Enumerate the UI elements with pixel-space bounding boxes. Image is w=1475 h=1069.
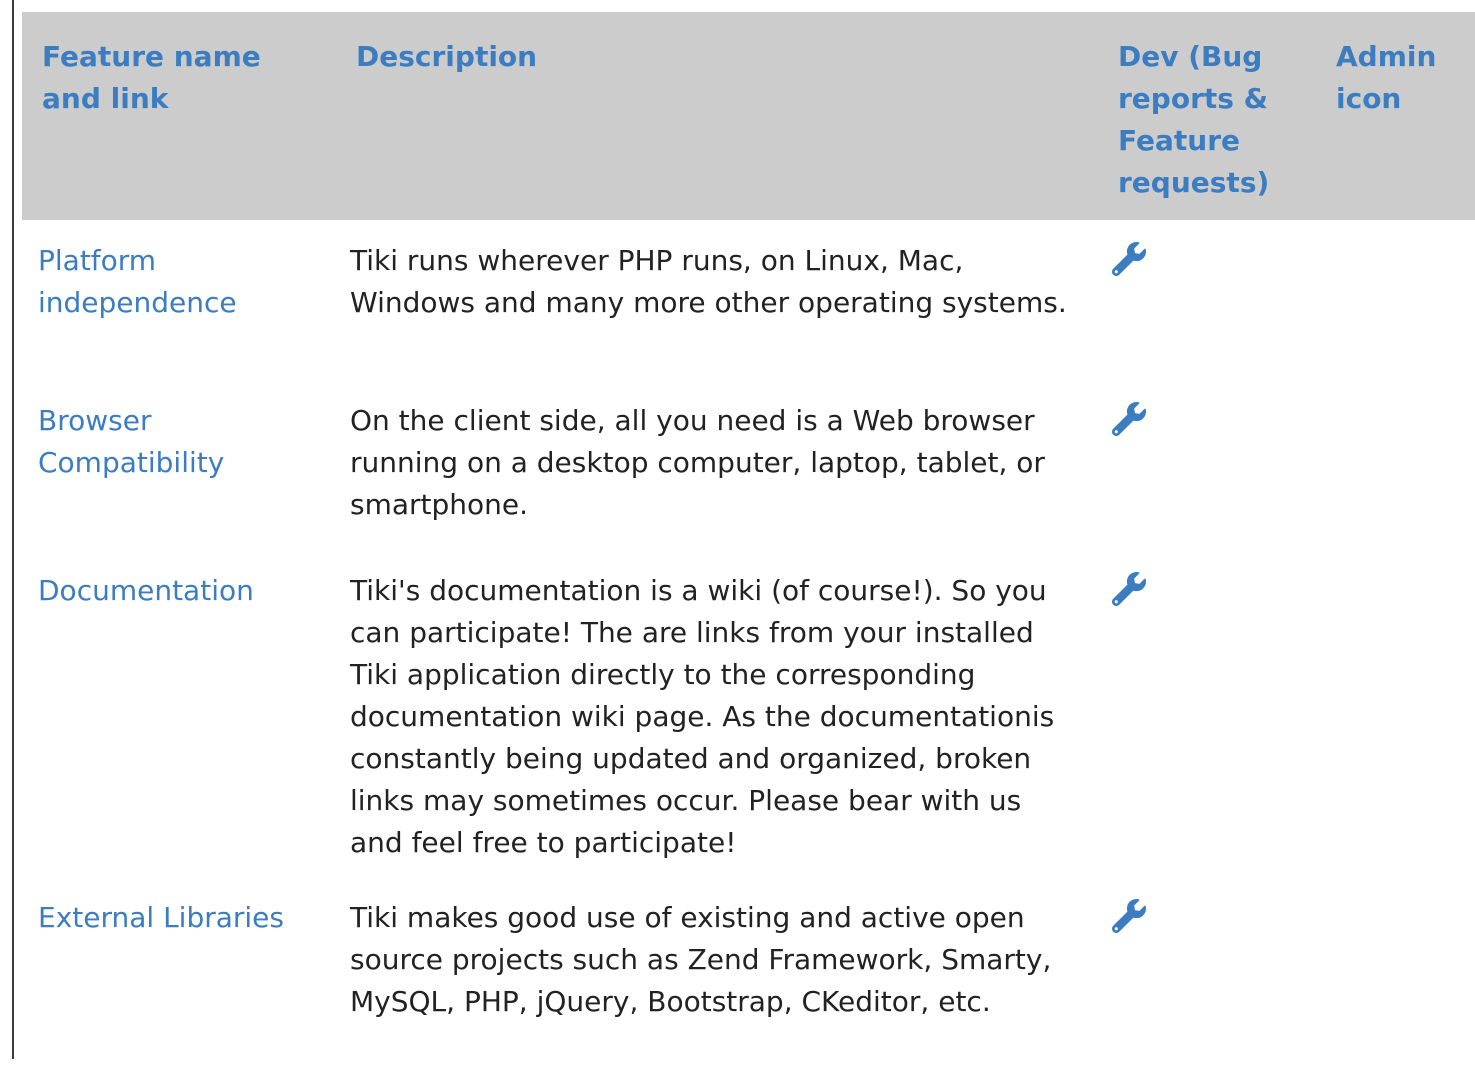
wrench-icon[interactable]: [1111, 571, 1146, 607]
header-description[interactable]: Description: [334, 12, 1102, 220]
header-feature-name[interactable]: Feature name and link: [22, 12, 334, 220]
dev-cell: [1102, 220, 1322, 380]
header-admin-icon[interactable]: Admin icon: [1322, 12, 1475, 220]
features-table-container: Feature name and link Description Dev (B…: [22, 12, 1475, 1069]
admin-icon-cell: [1322, 220, 1475, 380]
feature-description: Tiki runs wherever PHP runs, on Linux, M…: [350, 244, 1067, 319]
table-header-row: Feature name and link Description Dev (B…: [22, 12, 1475, 220]
feature-description: Tiki makes good use of existing and acti…: [350, 901, 1052, 1018]
wrench-icon[interactable]: [1111, 241, 1146, 277]
feature-name-cell: Browser Compatibility: [22, 380, 334, 550]
feature-description: Tiki's documentation is a wiki (of cours…: [350, 574, 1055, 859]
feature-name-cell: Platform independence: [22, 220, 334, 380]
dev-cell: [1102, 550, 1322, 877]
wrench-icon[interactable]: [1111, 898, 1146, 934]
admin-icon-cell: [1322, 380, 1475, 550]
feature-link-browser-compatibility[interactable]: Browser Compatibility: [38, 404, 224, 479]
table-row: Documentation Tiki's documentation is a …: [22, 550, 1475, 877]
table-row: Platform independence Tiki runs wherever…: [22, 220, 1475, 380]
table-row: External Libraries Tiki makes good use o…: [22, 877, 1475, 1069]
feature-link-external-libraries[interactable]: External Libraries: [38, 901, 284, 934]
left-border-rule: [12, 0, 14, 1059]
dev-cell: [1102, 877, 1322, 1069]
feature-link-documentation[interactable]: Documentation: [38, 574, 254, 607]
feature-description: On the client side, all you need is a We…: [350, 404, 1045, 521]
admin-icon-cell: [1322, 550, 1475, 877]
admin-icon-cell: [1322, 877, 1475, 1069]
dev-cell: [1102, 380, 1322, 550]
features-table: Feature name and link Description Dev (B…: [22, 12, 1475, 1069]
feature-name-cell: External Libraries: [22, 877, 334, 1069]
wrench-icon[interactable]: [1111, 401, 1146, 437]
feature-name-cell: Documentation: [22, 550, 334, 877]
feature-link-platform-independence[interactable]: Platform independence: [38, 244, 237, 319]
table-row: Browser Compatibility On the client side…: [22, 380, 1475, 550]
header-dev[interactable]: Dev (Bug reports & Feature requests): [1102, 12, 1322, 220]
